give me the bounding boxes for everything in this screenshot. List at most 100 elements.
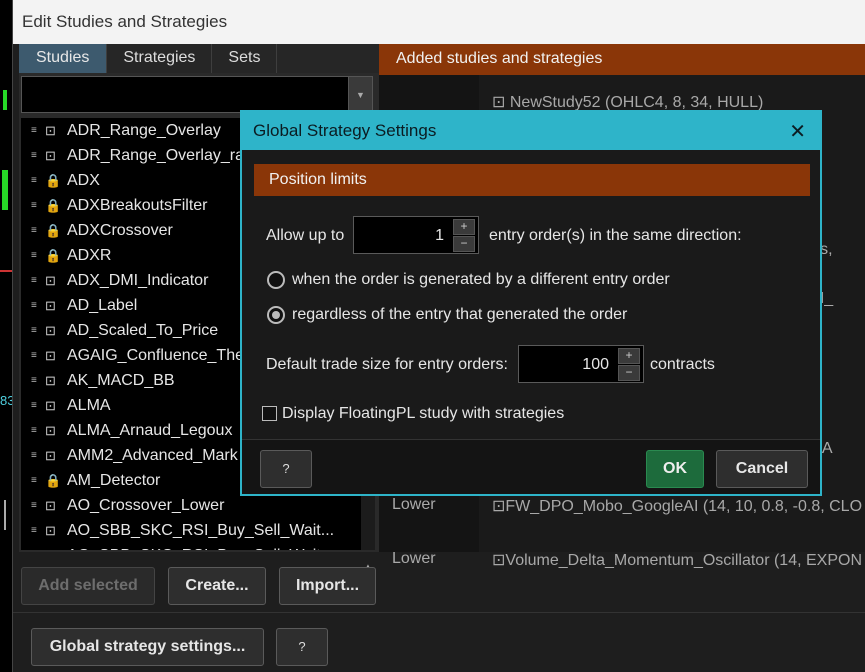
list-item-label: ADXR: [67, 246, 112, 264]
trade-size-value: 100: [582, 356, 609, 373]
radio-different-entry-label[interactable]: when the order is generated by a differe…: [292, 271, 670, 289]
decrement-icon[interactable]: −: [618, 365, 640, 381]
list-item-label: AMM2_Advanced_Mark: [67, 446, 238, 464]
list-item-label: ADXBreakoutsFilter: [67, 196, 208, 214]
drag-handle-icon[interactable]: ≡: [31, 250, 45, 261]
drag-handle-icon[interactable]: ≡: [31, 325, 45, 336]
cancel-button[interactable]: Cancel: [716, 450, 808, 488]
drag-handle-icon[interactable]: ≡: [31, 425, 45, 436]
drag-handle-icon[interactable]: ≡: [31, 300, 45, 311]
study-icon: ⊡: [492, 498, 506, 515]
list-item-label: ALMA: [67, 396, 111, 414]
list-item-label: ALMA_Arnaud_Legoux: [67, 421, 233, 439]
study-icon: ⊡: [45, 297, 56, 313]
drag-handle-icon[interactable]: ≡: [31, 525, 45, 536]
increment-icon[interactable]: +: [453, 219, 475, 235]
row-study-name: ⊡Volume_Delta_Momentum_Oscillator (14, E…: [492, 550, 862, 570]
study-icon: ⊡: [45, 497, 56, 513]
floating-pl-checkbox[interactable]: [262, 406, 277, 421]
row-study-name: ⊡ NewStudy52 (OHLC4, 8, 34, HULL): [492, 92, 763, 112]
drag-handle-icon[interactable]: ≡: [31, 125, 45, 136]
study-icon: ⊡: [45, 372, 56, 388]
global-strategy-settings-button[interactable]: Global strategy settings...: [31, 628, 264, 666]
row-placement: Lower: [392, 496, 436, 513]
chart-candle: [4, 500, 6, 530]
locked-study-icon: 🔒: [45, 472, 62, 488]
search-input[interactable]: ▼: [21, 76, 373, 113]
study-icon: ⊡: [45, 322, 56, 338]
locked-study-icon: 🔒: [45, 172, 62, 188]
list-item-label: AGAIG_Confluence_The: [67, 346, 244, 364]
row-study-name: ⊡FW_DPO_Mobo_GoogleAI (14, 10, 0.8, -0.8…: [492, 496, 862, 516]
drag-handle-icon[interactable]: ≡: [31, 150, 45, 161]
study-icon: ⊡: [45, 272, 56, 288]
dialog-help-button[interactable]: ?: [260, 450, 312, 488]
ok-button[interactable]: OK: [646, 450, 704, 488]
position-limits-header: Position limits: [254, 164, 810, 196]
tab-strategies[interactable]: Strategies: [107, 44, 213, 73]
locked-study-icon: 🔒: [45, 222, 62, 238]
list-item-label: ADX_DMI_Indicator: [67, 271, 209, 289]
study-icon: ⊡: [492, 552, 506, 569]
help-button[interactable]: ?: [276, 628, 328, 666]
entry-count-value: 1: [435, 227, 444, 244]
import-button[interactable]: Import...: [279, 567, 376, 605]
trade-size-label: Default trade size for entry orders:: [266, 356, 508, 373]
list-item-label: AK_MACD_BB: [67, 371, 175, 389]
help-icon: ?: [282, 461, 290, 476]
global-strategy-settings-dialog: Global Strategy Settings ✕ Position limi…: [240, 110, 822, 496]
list-item[interactable]: ≡ ⊡ AO_Crossover_Lower: [21, 493, 361, 518]
drag-handle-icon[interactable]: ≡: [31, 200, 45, 211]
tab-sets[interactable]: Sets: [212, 44, 278, 73]
added-row[interactable]: Lower ⊡Volume_Delta_Momentum_Oscillator …: [379, 544, 865, 574]
list-item-label: AO_SBB_SKC_RSI_Buy_Sell_Wait...: [67, 547, 334, 551]
list-item-label: ADXCrossover: [67, 221, 173, 239]
drag-handle-icon[interactable]: ≡: [31, 175, 45, 186]
dialog-title: Global Strategy Settings: [242, 112, 820, 150]
add-selected-button[interactable]: Add selected: [21, 567, 155, 605]
row-study-label: FW_DPO_Mobo_GoogleAI (14, 10, 0.8, -0.8,…: [505, 498, 863, 515]
drag-handle-icon[interactable]: ≡: [31, 375, 45, 386]
study-icon: ⊡: [45, 548, 67, 551]
drag-handle-icon[interactable]: ≡: [31, 225, 45, 236]
list-item-label: AO_Crossover_Lower: [67, 496, 225, 514]
study-icon: ⊡: [45, 397, 56, 413]
help-icon: ?: [298, 639, 306, 654]
study-icon: ⊡: [45, 422, 56, 438]
list-item[interactable]: ≡⊡ AO_SBB_SKC_RSI_Buy_Sell_Wait...: [21, 518, 361, 543]
allow-up-to-label: Allow up to: [266, 227, 345, 244]
chevron-down-icon[interactable]: ▼: [348, 77, 372, 112]
radio-regardless-entry-label[interactable]: regardless of the entry that generated t…: [292, 306, 627, 324]
row-study-label: NewStudy52 (OHLC4, 8, 34, HULL): [509, 94, 764, 111]
list-item[interactable]: ≡⊡AO_SBB_SKC_RSI_Buy_Sell_Wait...: [21, 543, 361, 551]
list-item-label: AD_Scaled_To_Price: [67, 321, 219, 339]
tab-studies[interactable]: Studies: [19, 44, 108, 73]
locked-study-icon: 🔒: [45, 247, 62, 263]
radio-different-entry[interactable]: [267, 271, 285, 289]
list-item-label: ADR_Range_Overlay_ra: [67, 146, 244, 164]
list-item-label: AO_SBB_SKC_RSI_Buy_Sell_Wait...: [67, 521, 335, 539]
study-icon: ⊡: [45, 347, 56, 363]
close-icon[interactable]: ✕: [789, 119, 806, 144]
drag-handle-icon[interactable]: ≡: [31, 450, 45, 461]
create-button[interactable]: Create...: [168, 567, 266, 605]
study-icon: ⊡: [45, 522, 56, 538]
radio-regardless-entry[interactable]: [267, 306, 285, 324]
floating-pl-label[interactable]: Display FloatingPL study with strategies: [282, 405, 564, 423]
study-icon: ⊡: [45, 147, 56, 163]
drag-handle-icon[interactable]: ≡: [31, 500, 45, 511]
added-studies-header: Added studies and strategies: [379, 44, 865, 75]
chart-candle: [3, 90, 7, 110]
list-item-label: AM_Detector: [67, 471, 161, 489]
drag-handle-icon[interactable]: ≡: [31, 350, 45, 361]
decrement-icon[interactable]: −: [453, 236, 475, 252]
locked-study-icon: 🔒: [45, 197, 62, 213]
study-icon: ⊡: [45, 447, 56, 463]
drag-handle-icon[interactable]: ≡: [31, 400, 45, 411]
drag-handle-icon[interactable]: ≡: [31, 275, 45, 286]
divider: [13, 612, 865, 613]
increment-icon[interactable]: +: [618, 348, 640, 364]
entry-count-stepper[interactable]: 1 + −: [353, 216, 479, 254]
trade-size-stepper[interactable]: 100 + −: [518, 345, 644, 383]
drag-handle-icon[interactable]: ≡: [31, 475, 45, 486]
